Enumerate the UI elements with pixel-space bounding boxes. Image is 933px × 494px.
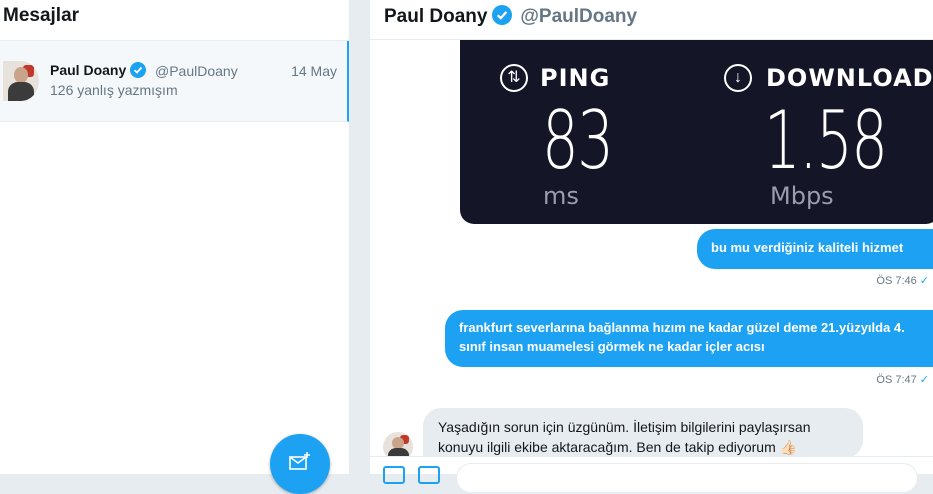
message-composer xyxy=(370,456,933,493)
chat-panel: Paul Doany @PaulDoany ⇅ PING 83 ms ↓ DOW… xyxy=(369,0,933,493)
sent-message[interactable]: bu mu verdiğiniz kaliteli hizmet xyxy=(697,229,933,269)
ping-icon: ⇅ xyxy=(500,64,528,92)
media-button[interactable] xyxy=(383,466,405,484)
avatar[interactable] xyxy=(3,61,39,101)
page-title: Mesajlar xyxy=(3,5,80,26)
sent-message[interactable]: frankfurt severlarına bağlanma hızım ne … xyxy=(445,310,933,367)
conversation-name: Paul Doany xyxy=(50,62,147,78)
conversation-list-header: Mesajlar xyxy=(0,0,349,41)
new-message-button[interactable] xyxy=(270,434,330,494)
download-label: DOWNLOAD xyxy=(766,64,933,92)
chat-title-name[interactable]: Paul Doany xyxy=(384,6,487,27)
message-input[interactable] xyxy=(456,463,918,493)
download-value: 1.58 xyxy=(764,94,888,187)
received-message[interactable]: Yaşadığın sorun için üzgünüm. İletişim b… xyxy=(423,408,863,458)
download-unit: Mbps xyxy=(770,182,834,210)
conversation-handle: @PaulDoany xyxy=(155,63,238,79)
speedtest-image[interactable]: ⇅ PING 83 ms ↓ DOWNLOAD 1.58 Mbps xyxy=(460,40,933,224)
gif-button[interactable] xyxy=(418,466,440,484)
message-timestamp: ÖS 7:47 ✓ xyxy=(876,374,929,386)
verified-badge-icon xyxy=(130,62,147,78)
chat-title-handle[interactable]: @PaulDoany xyxy=(520,6,637,27)
read-check-icon: ✓ xyxy=(919,275,929,287)
conversation-item[interactable]: Paul Doany @PaulDoany 14 May 126 yanlış … xyxy=(0,41,349,122)
read-check-icon: ✓ xyxy=(919,374,929,386)
new-message-icon xyxy=(289,452,310,470)
verified-badge-icon xyxy=(491,5,512,25)
conversation-list-panel: Mesajlar Paul Doany @PaulDoany 14 May 12… xyxy=(0,0,350,494)
download-icon: ↓ xyxy=(724,64,752,92)
conversation-preview: 126 yanlış yazmışım xyxy=(50,82,178,98)
conversation-date: 14 May xyxy=(291,63,337,79)
chat-header: Paul Doany @PaulDoany xyxy=(370,0,933,40)
ping-unit: ms xyxy=(543,182,579,210)
ping-label: PING xyxy=(540,64,611,92)
ping-value: 83 xyxy=(542,94,614,187)
message-timestamp: ÖS 7:46 ✓ xyxy=(876,275,929,287)
